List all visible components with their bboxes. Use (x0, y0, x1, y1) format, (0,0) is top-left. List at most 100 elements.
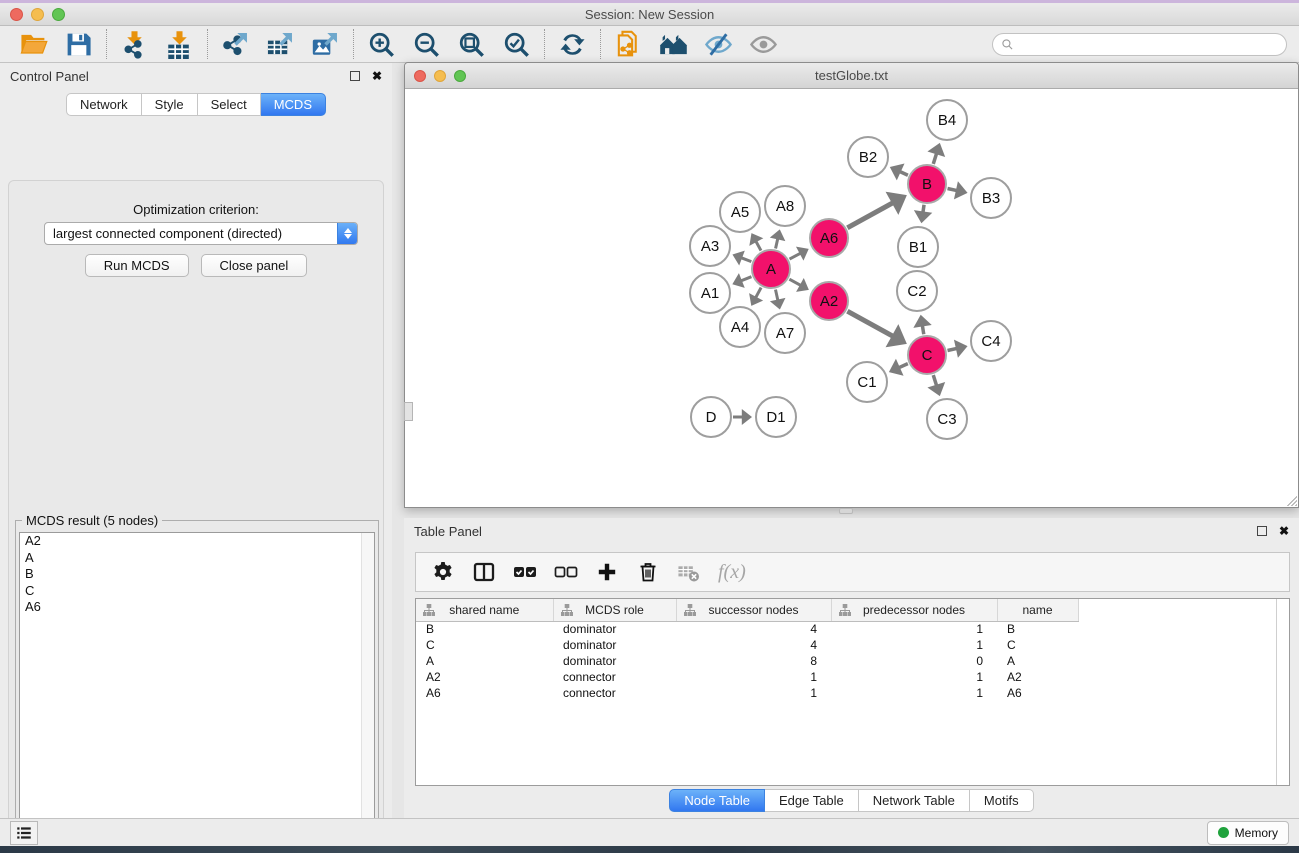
table-cell[interactable]: 1 (831, 685, 997, 701)
graph-node-C2[interactable]: C2 (896, 270, 938, 312)
table-cell[interactable]: A6 (997, 685, 1078, 701)
column-header-shared-name[interactable]: shared name (416, 599, 553, 621)
double-house-icon[interactable] (659, 30, 688, 59)
result-item[interactable]: A6 (20, 599, 374, 616)
table-row[interactable]: Bdominator41B (416, 621, 1278, 637)
table-row[interactable]: A2connector11A2 (416, 669, 1278, 685)
graph-node-A5[interactable]: A5 (719, 191, 761, 233)
table-cell[interactable]: B (997, 621, 1078, 637)
table-cell[interactable]: C (416, 637, 553, 653)
table-cell[interactable]: connector (553, 685, 676, 701)
node-table-grid[interactable]: shared nameMCDS rolesuccessor nodesprede… (416, 599, 1278, 701)
graph-node-C4[interactable]: C4 (970, 320, 1012, 362)
network-window-titlebar[interactable]: testGlobe.txt (405, 63, 1298, 89)
column-header-predecessor-nodes[interactable]: predecessor nodes (831, 599, 997, 621)
table-cell[interactable]: 1 (831, 637, 997, 653)
close-panel-button[interactable]: Close panel (201, 254, 308, 277)
table-cell[interactable]: B (416, 621, 553, 637)
delete-column-icon[interactable] (636, 560, 660, 584)
graph-node-C1[interactable]: C1 (846, 361, 888, 403)
graph-node-C[interactable]: C (907, 335, 947, 375)
network-canvas[interactable]: B4B2BB3A5A8A6B1A3AC2A1A2A4A7C4CC1C3DD1 (405, 89, 1298, 507)
import-network-icon[interactable] (120, 30, 149, 59)
run-mcds-button[interactable]: Run MCDS (85, 254, 189, 277)
zoom-out-icon[interactable] (412, 30, 441, 59)
document-network-icon[interactable] (614, 30, 643, 59)
table-cell[interactable]: 1 (831, 669, 997, 685)
task-history-button[interactable] (10, 821, 38, 845)
graph-node-B2[interactable]: B2 (847, 136, 889, 178)
tab-style[interactable]: Style (142, 93, 198, 116)
graph-node-C3[interactable]: C3 (926, 398, 968, 440)
graph-node-A1[interactable]: A1 (689, 272, 731, 314)
split-pane-handle[interactable] (839, 508, 853, 514)
table-cell[interactable]: 1 (676, 669, 831, 685)
tab-motifs[interactable]: Motifs (970, 789, 1034, 812)
table-cell[interactable]: dominator (553, 621, 676, 637)
tab-mcds[interactable]: MCDS (261, 93, 326, 116)
mcds-result-list[interactable]: A2ABCA6 (19, 532, 375, 853)
graph-node-D1[interactable]: D1 (755, 396, 797, 438)
graph-node-A[interactable]: A (751, 249, 791, 289)
table-row[interactable]: A6connector11A6 (416, 685, 1278, 701)
zoom-in-icon[interactable] (367, 30, 396, 59)
graph-node-B3[interactable]: B3 (970, 177, 1012, 219)
table-cell[interactable]: 0 (831, 653, 997, 669)
export-image-icon[interactable] (311, 30, 340, 59)
graph-node-A3[interactable]: A3 (689, 225, 731, 267)
table-cell[interactable]: A (997, 653, 1078, 669)
memory-button[interactable]: Memory (1207, 821, 1289, 845)
open-session-icon[interactable] (19, 30, 48, 59)
tab-network[interactable]: Network (66, 93, 142, 116)
tab-edge-table[interactable]: Edge Table (765, 789, 859, 812)
refresh-view-icon[interactable] (558, 30, 587, 59)
close-table-panel-icon[interactable]: ✖ (1279, 526, 1289, 536)
graph-node-A6[interactable]: A6 (809, 218, 849, 258)
graph-node-B[interactable]: B (907, 164, 947, 204)
settings-gear-icon[interactable] (431, 560, 455, 584)
column-header-name[interactable]: name (997, 599, 1078, 621)
table-cell[interactable]: 4 (676, 637, 831, 653)
result-list-scrollbar[interactable] (361, 533, 374, 853)
float-table-panel-icon[interactable] (1257, 526, 1267, 536)
zoom-selected-icon[interactable] (502, 30, 531, 59)
birdseye-grip[interactable] (404, 402, 413, 421)
table-cell[interactable]: A2 (416, 669, 553, 685)
search-field[interactable] (992, 33, 1287, 56)
table-row[interactable]: Adominator80A (416, 653, 1278, 669)
deselect-all-checkboxes-icon[interactable] (554, 560, 578, 584)
table-cell[interactable]: 4 (676, 621, 831, 637)
table-scrollbar[interactable] (1276, 599, 1289, 785)
table-cell[interactable]: dominator (553, 653, 676, 669)
criterion-select[interactable]: largest connected component (directed) (44, 222, 358, 245)
window-resize-grip[interactable] (1285, 494, 1297, 506)
table-cell[interactable]: 1 (676, 685, 831, 701)
table-cell[interactable]: A6 (416, 685, 553, 701)
graph-node-A4[interactable]: A4 (719, 306, 761, 348)
column-header-MCDS-role[interactable]: MCDS role (553, 599, 676, 621)
graph-node-B4[interactable]: B4 (926, 99, 968, 141)
result-item[interactable]: A2 (20, 533, 374, 550)
close-panel-icon[interactable]: ✖ (372, 71, 382, 81)
column-header-successor-nodes[interactable]: successor nodes (676, 599, 831, 621)
graph-node-A8[interactable]: A8 (764, 185, 806, 227)
table-cell[interactable]: dominator (553, 637, 676, 653)
table-cell[interactable]: connector (553, 669, 676, 685)
zoom-fit-icon[interactable] (457, 30, 486, 59)
table-cell[interactable]: 1 (831, 621, 997, 637)
tab-network-table[interactable]: Network Table (859, 789, 970, 812)
add-column-icon[interactable] (595, 560, 619, 584)
table-cell[interactable]: A (416, 653, 553, 669)
select-all-checkboxes-icon[interactable] (513, 560, 537, 584)
split-table-icon[interactable] (472, 560, 496, 584)
graph-node-A7[interactable]: A7 (764, 312, 806, 354)
table-row[interactable]: Cdominator41C (416, 637, 1278, 653)
import-table-icon[interactable] (165, 30, 194, 59)
table-cell[interactable]: A2 (997, 669, 1078, 685)
save-session-icon[interactable] (64, 30, 93, 59)
graph-node-D[interactable]: D (690, 396, 732, 438)
graph-node-A2[interactable]: A2 (809, 281, 849, 321)
tab-node-table[interactable]: Node Table (669, 789, 765, 812)
table-cell[interactable]: 8 (676, 653, 831, 669)
result-item[interactable]: A (20, 550, 374, 567)
